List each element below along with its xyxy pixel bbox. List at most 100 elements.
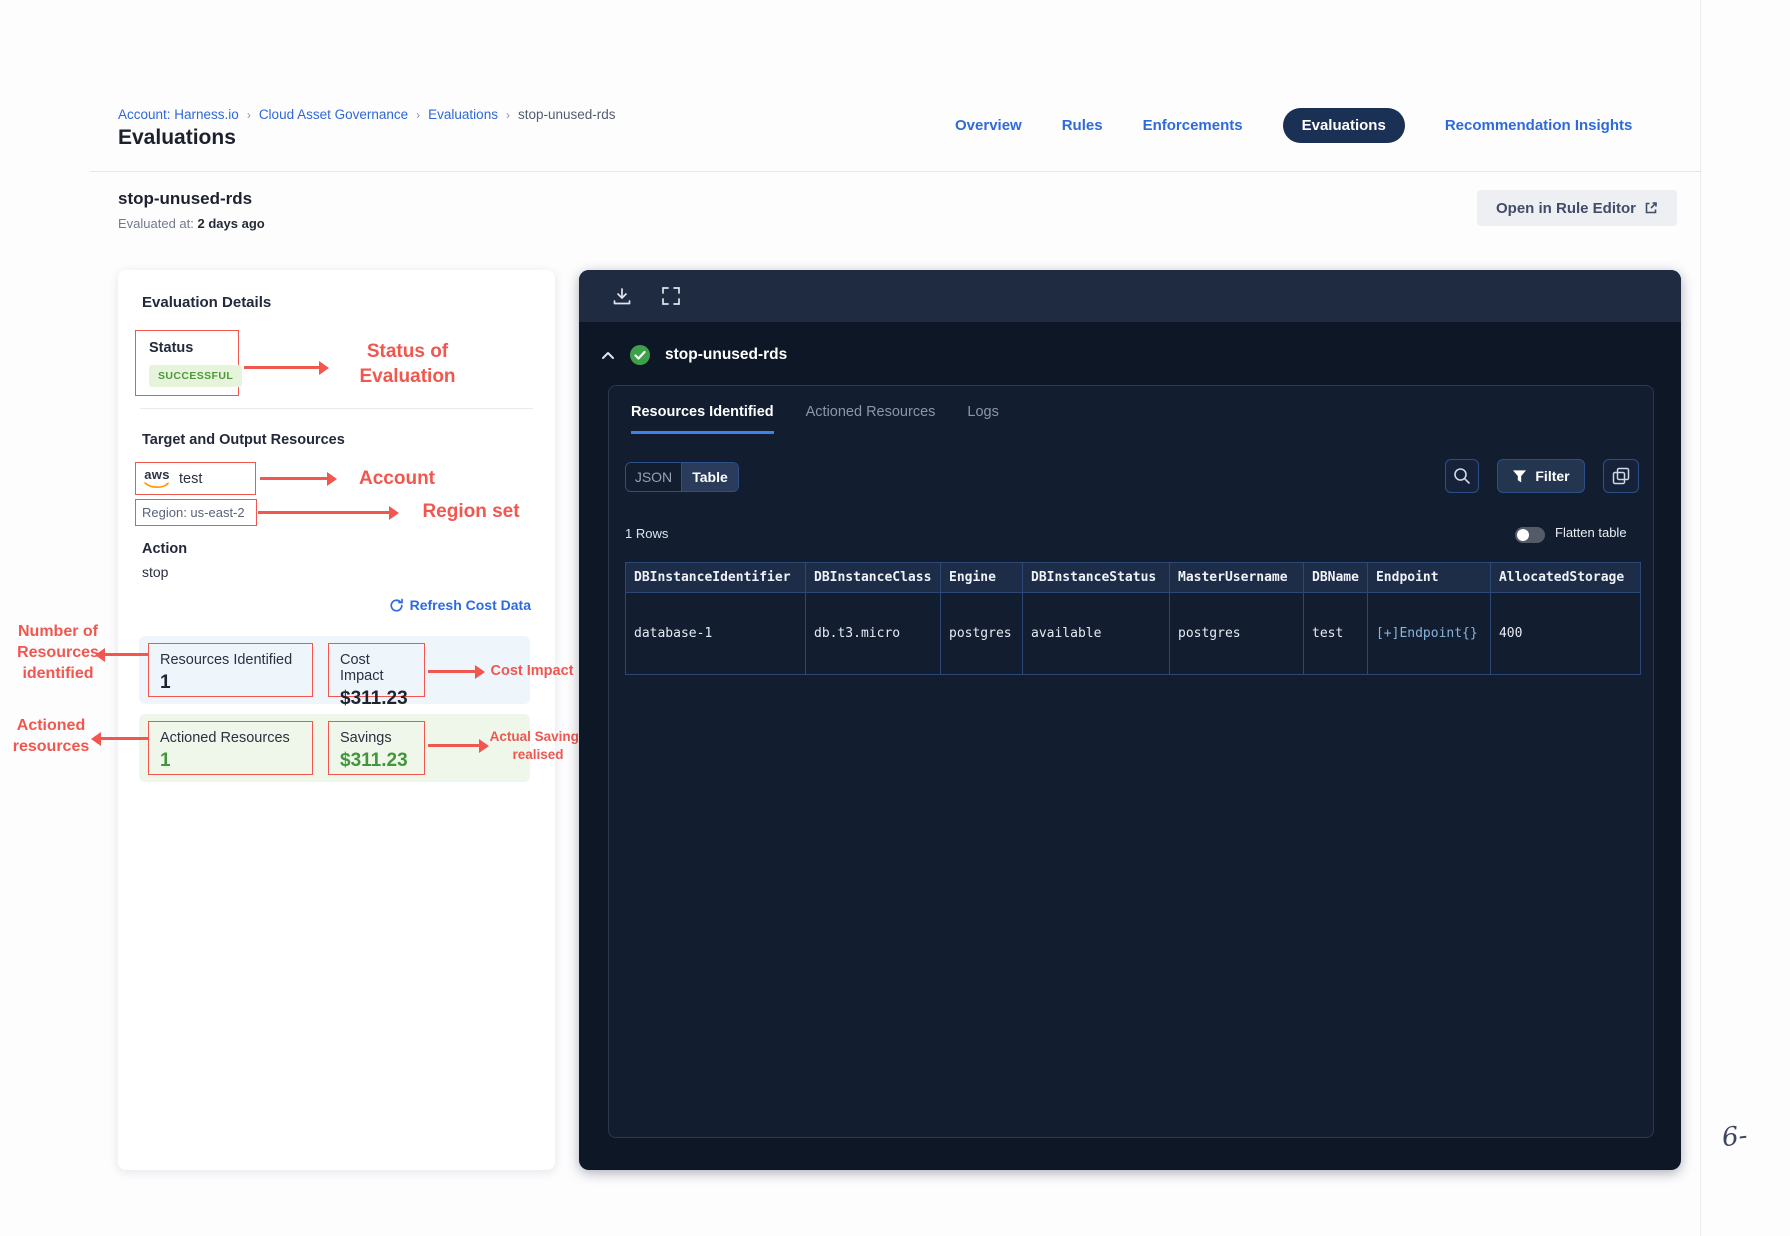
cost-impact-value: $311.23 xyxy=(340,688,408,709)
external-link-icon xyxy=(1644,201,1658,215)
status-badge: SUCCESSFUL xyxy=(149,365,243,387)
view-json-segment[interactable]: JSON xyxy=(626,463,682,491)
page-title: Evaluations xyxy=(118,126,236,149)
region-annotation-arrow xyxy=(258,505,399,520)
open-in-rule-editor-label: Open in Rule Editor xyxy=(1495,199,1636,217)
cell-dbinstancestatus: available xyxy=(1022,592,1170,675)
header-divider xyxy=(90,171,1702,172)
region-value: Region: us-east-2 xyxy=(142,505,245,520)
region-annotation-box: Region: us-east-2 xyxy=(135,499,257,526)
breadcrumb-current: stop-unused-rds xyxy=(517,107,616,122)
refresh-cost-data-label: Refresh Cost Data xyxy=(409,597,531,613)
breadcrumb-separator: › xyxy=(246,107,251,122)
copy-icon xyxy=(1612,467,1630,485)
table-header-row: DBInstanceIdentifier DBInstanceClass Eng… xyxy=(625,562,1641,593)
col-masterusername: MasterUsername xyxy=(1169,562,1304,593)
col-dbinstanceidentifier: DBInstanceIdentifier xyxy=(625,562,806,593)
account-annotation-box: aws test xyxy=(135,462,256,495)
breadcrumb-evaluations[interactable]: Evaluations xyxy=(428,107,498,122)
nav-tab-overview[interactable]: Overview xyxy=(955,117,1022,134)
savings-annotation-arrow xyxy=(428,738,489,753)
col-dbinstanceclass: DBInstanceClass xyxy=(805,562,941,593)
filter-funnel-icon xyxy=(1512,469,1527,484)
search-button[interactable] xyxy=(1445,459,1479,493)
panel-title-row: stop-unused-rds xyxy=(601,344,787,366)
chevron-up-icon[interactable] xyxy=(601,351,615,360)
refresh-cost-data-link[interactable]: Refresh Cost Data xyxy=(389,597,531,613)
col-dbname: DBName xyxy=(1303,562,1368,593)
account-annotation-arrow xyxy=(260,471,337,486)
actioned-annotation-arrow xyxy=(91,731,148,746)
breadcrumb-module[interactable]: Cloud Asset Governance xyxy=(259,107,408,122)
evaluation-name: stop-unused-rds xyxy=(118,189,253,208)
region-annotation-label: Region set xyxy=(422,501,520,522)
cell-dbname: test xyxy=(1303,592,1368,675)
toggle-knob xyxy=(1517,529,1529,541)
success-check-icon xyxy=(629,344,651,366)
panel-rule-name: stop-unused-rds xyxy=(665,346,788,363)
cost-impact-box: Cost Impact $311.23 xyxy=(328,643,425,709)
nav-tab-rules[interactable]: Rules xyxy=(1062,117,1103,134)
search-icon xyxy=(1453,467,1471,485)
filter-button[interactable]: Filter xyxy=(1497,459,1585,493)
target-resources-title: Target and Output Resources xyxy=(142,432,345,448)
cell-engine: postgres xyxy=(940,592,1023,675)
cell-masterusername: postgres xyxy=(1169,592,1304,675)
nav-tab-enforcements[interactable]: Enforcements xyxy=(1143,117,1243,134)
view-mode-toggle: JSON Table xyxy=(625,462,739,492)
account-name: test xyxy=(179,470,203,487)
tab-actioned-resources[interactable]: Actioned Resources xyxy=(806,404,936,434)
status-annotation-label: Status of Evaluation xyxy=(359,341,456,387)
cell-allocatedstorage: 400 xyxy=(1489,592,1641,675)
savings-value: $311.23 xyxy=(340,750,408,771)
tab-resources-identified[interactable]: Resources Identified xyxy=(631,404,774,434)
cell-dbinstanceidentifier: database-1 xyxy=(625,592,806,675)
resources-annotation-label: Number of Resources identified xyxy=(17,623,99,682)
card-divider xyxy=(140,408,533,409)
download-icon[interactable] xyxy=(612,287,632,306)
actioned-stats-panel: Actioned Resources 1 Savings $311.23 xyxy=(139,714,530,782)
evaluated-at-label: Evaluated at: xyxy=(118,216,194,231)
savings-label: Savings xyxy=(340,730,392,746)
breadcrumb-separator: › xyxy=(416,107,421,122)
breadcrumb-account[interactable]: Account: Harness.io xyxy=(118,107,239,122)
nav-tab-evaluations[interactable]: Evaluations xyxy=(1282,108,1405,143)
breadcrumb-separator: › xyxy=(505,107,510,122)
filter-label: Filter xyxy=(1535,468,1570,484)
flatten-table-label: Flatten table xyxy=(1555,525,1627,540)
results-card: Resources Identified Actioned Resources … xyxy=(608,385,1654,1138)
cost-impact-label: Cost Impact xyxy=(340,652,384,684)
resources-identified-value: 1 xyxy=(160,672,171,693)
rows-count: 1 Rows xyxy=(625,526,669,541)
open-in-rule-editor-button[interactable]: Open in Rule Editor xyxy=(1477,190,1677,226)
resources-table: DBInstanceIdentifier DBInstanceClass Eng… xyxy=(625,562,1641,675)
status-label: Status xyxy=(149,340,194,356)
fullscreen-icon[interactable] xyxy=(662,287,680,305)
flatten-table-toggle[interactable] xyxy=(1515,527,1545,543)
resources-identified-box: Resources Identified 1 xyxy=(148,643,313,697)
table-row: database-1 db.t3.micro postgres availabl… xyxy=(625,592,1641,675)
col-engine: Engine xyxy=(940,562,1023,593)
cell-dbinstanceclass: db.t3.micro xyxy=(805,592,941,675)
evaluated-at: Evaluated at: 2 days ago xyxy=(118,216,265,231)
action-value: stop xyxy=(142,564,169,580)
status-annotation-arrow xyxy=(244,360,329,375)
tab-logs[interactable]: Logs xyxy=(967,404,998,434)
evaluation-details-title: Evaluation Details xyxy=(142,294,272,311)
cost-impact-annotation-arrow xyxy=(428,664,485,679)
savings-annotation-label: Actual Savings realised xyxy=(489,729,587,762)
breadcrumb: Account: Harness.io › Cloud Asset Govern… xyxy=(118,107,616,122)
col-allocatedstorage: AllocatedStorage xyxy=(1489,562,1641,593)
resources-annotation-arrow xyxy=(95,647,148,662)
col-dbinstancestatus: DBInstanceStatus xyxy=(1022,562,1170,593)
cell-endpoint-expander[interactable]: [+]Endpoint{} xyxy=(1366,592,1491,675)
copy-button[interactable] xyxy=(1603,459,1639,493)
actioned-resources-label: Actioned Resources xyxy=(160,730,290,746)
refresh-icon xyxy=(389,598,404,613)
actioned-annotation-label: Actioned resources xyxy=(12,717,90,755)
results-tabs: Resources Identified Actioned Resources … xyxy=(631,404,999,434)
nav-tab-recommendation-insights[interactable]: Recommendation Insights xyxy=(1445,117,1633,134)
view-table-segment[interactable]: Table xyxy=(682,463,738,491)
savings-box: Savings $311.23 xyxy=(328,721,425,775)
actioned-resources-value: 1 xyxy=(160,750,171,771)
